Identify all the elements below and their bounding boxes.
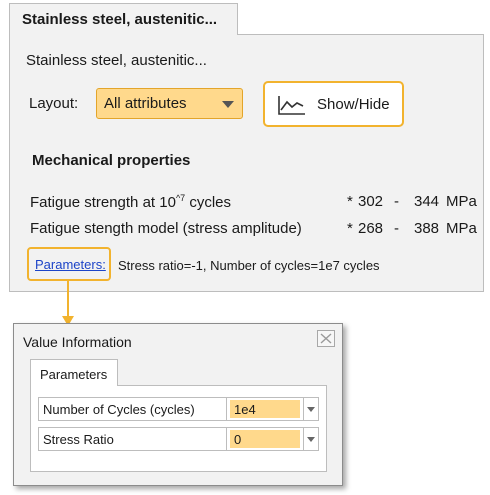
close-icon: [320, 333, 332, 344]
parameter-dropdown-button[interactable]: [303, 427, 319, 451]
close-button[interactable]: [317, 330, 335, 347]
parameter-value: 1e4: [230, 400, 300, 418]
material-tab-title: Stainless steel, austenitic...: [22, 11, 218, 28]
parameter-value-field[interactable]: 0: [226, 427, 304, 451]
value-information-dialog: Value Information Parameters Number of C…: [13, 323, 343, 486]
parameter-name: Stress Ratio: [38, 427, 227, 451]
chevron-down-icon: [307, 407, 315, 412]
parameter-value: 0: [230, 430, 300, 448]
parameters-grid: Number of Cycles (cycles) 1e4 Stress Rat…: [30, 385, 327, 472]
parameter-name: Number of Cycles (cycles): [38, 397, 227, 421]
grid-row: Stress Ratio 0: [38, 427, 322, 451]
parameter-dropdown-button[interactable]: [303, 397, 319, 421]
material-tab[interactable]: Stainless steel, austenitic...: [9, 3, 238, 35]
chevron-down-icon: [307, 437, 315, 442]
dialog-title: Value Information: [23, 334, 132, 350]
tab-parameters[interactable]: Parameters: [30, 359, 118, 386]
parameter-value-field[interactable]: 1e4: [226, 397, 304, 421]
grid-row: Number of Cycles (cycles) 1e4: [38, 397, 322, 421]
